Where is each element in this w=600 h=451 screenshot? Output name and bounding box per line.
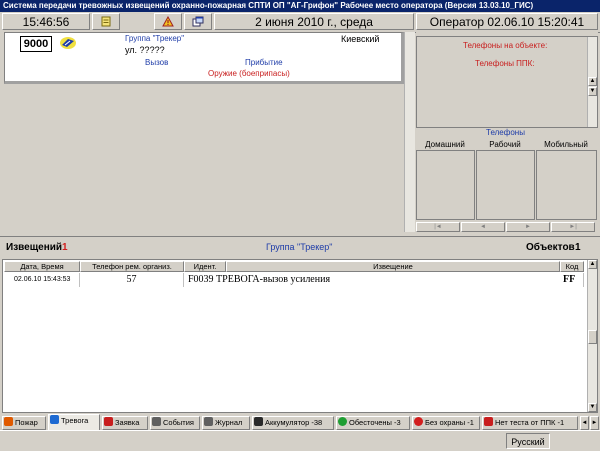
toolbar: 15:46:56 2 июня 2010 г., среда Оператор … [0,12,600,33]
alarm-icon [50,415,59,424]
request-icon [104,417,113,426]
phones-grid: Телефоны Домашний Рабочий Мобильный [416,128,598,220]
journal-icon [204,417,213,426]
operator-display: Оператор 02.06.10 15:20:41 [416,13,598,30]
scroll-down-button[interactable]: ▼ [588,87,597,96]
tab-label: Нет теста от ППК -1 [495,418,565,427]
column-mobile: Мобильный [544,140,588,149]
notes-button[interactable] [92,13,120,30]
prev-record-button[interactable]: ◄ [461,222,505,232]
scroll-up-button[interactable]: ▲ [588,77,597,86]
tab-no-test[interactable]: Нет теста от ППК -1 [482,416,578,430]
home-phones-list[interactable] [416,150,475,220]
clock-display: 15:46:56 [2,13,90,30]
phones-on-object-label: Телефоны на объекте: [463,41,548,50]
object-phones-box: Телефоны на объекте: Телефоны ППК: ▲ ▼ [416,36,598,128]
column-home: Домашний [425,140,465,149]
language-indicator[interactable]: Русский [506,433,550,449]
tab-unguarded[interactable]: Без охраны -1 [412,416,480,430]
tab-battery[interactable]: Аккумулятор -38 [252,416,334,430]
work-phones-list[interactable] [476,150,535,220]
phones-title: Телефоны [486,128,525,137]
table-scroll-up-button[interactable]: ▲ [588,260,597,269]
tab-power-off[interactable]: Обесточены -3 [336,416,410,430]
tabs-scroll-left-button[interactable]: ◄ [580,416,589,430]
first-record-button[interactable]: |◄ [416,222,460,232]
cell-datetime: 02.06.10 15:43:53 [4,273,80,287]
tab-label: Обесточены -3 [349,418,401,427]
tab-events[interactable]: События [150,416,200,430]
status-bar: Русский [0,430,600,451]
notices-label: Извещений [6,242,63,253]
phones-panel: Телефоны на объекте: Телефоны ППК: ▲ ▼ Т… [416,32,598,232]
window-title: Система передачи тревожных извещений охр… [3,1,534,10]
warning-icon [162,15,174,27]
tab-label: Журнал [215,418,243,427]
status-row: Извещений 1 Группа "Трекер" Объектов 1 [0,236,600,259]
table-scroll-thumb[interactable] [588,330,597,344]
cell-notice: F0039 ТРЕВОГА-вызов усиления [188,274,331,285]
tabs-scroll-right-button[interactable]: ► [590,416,599,430]
object-group: Группа "Трекер" [125,34,185,43]
weapon-label: Оружие (боеприпасы) [208,69,290,78]
tab-label: Заявка [115,418,140,427]
ppk-phones-label: Телефоны ППК: [475,59,535,68]
object-logo-icon [60,37,76,49]
date-display: 2 июня 2010 г., среда [214,13,414,30]
windows-button[interactable] [184,13,212,30]
category-tabs: Пожар Тревога Заявка События Журнал Акку… [0,414,600,430]
object-panel-scrollbar[interactable] [404,32,415,232]
phone-icon [484,417,493,426]
notes-icon [101,16,111,27]
tab-alarm[interactable]: Тревога [48,414,100,430]
column-work: Рабочий [489,140,521,149]
tab-label: Без охраны -1 [425,418,474,427]
events-icon [152,417,161,426]
tab-label: Пожар [15,418,38,427]
last-record-button[interactable]: ►| [551,222,595,232]
tab-label: События [163,418,194,427]
tab-label: Тревога [61,416,89,425]
warning-button[interactable] [154,13,182,30]
mobile-phones-list[interactable] [536,150,597,220]
battery-icon [254,417,263,426]
notices-count: 1 [62,242,68,253]
record-navigator: |◄ ◄ ► ►| [416,222,598,232]
object-panel: 9000 Группа "Трекер" Киевский ул. ????? … [0,32,414,232]
tab-journal[interactable]: Журнал [202,416,250,430]
object-district: Киевский [341,34,380,44]
tab-request[interactable]: Заявка [102,416,148,430]
power-off-icon [338,417,347,426]
window-titlebar: Система передачи тревожных извещений охр… [0,0,600,12]
object-card[interactable]: 9000 Группа "Трекер" Киевский ул. ????? … [4,32,404,84]
tab-fire[interactable]: Пожар [2,416,46,430]
tab-label: Аккумулятор -38 [265,418,323,427]
arrival-label: Прибытие [245,58,283,67]
next-record-button[interactable]: ► [506,222,550,232]
table-scroll-down-button[interactable]: ▼ [588,403,597,412]
call-label: Вызов [145,58,169,67]
phones-scrollbar[interactable]: ▲ ▼ [587,37,597,127]
table-scrollbar[interactable]: ▲ ▼ [587,260,597,412]
current-group-label: Группа "Трекер" [266,242,333,252]
cell-phone: 57 [80,273,184,287]
fire-icon [4,417,13,426]
cell-code: FF [560,273,584,287]
windows-icon [192,16,204,27]
objects-count: 1 [575,242,581,253]
object-street: ул. ????? [125,45,165,55]
objects-label: Объектов [526,242,575,253]
unguarded-icon [414,417,423,426]
table-row[interactable]: 02.06.10 15:43:53 57 F0039 ТРЕВОГА-вызов… [4,260,584,288]
notices-table: Дата, Время Телефон рем. организ. Идент.… [2,259,598,413]
object-number: 9000 [20,36,52,52]
